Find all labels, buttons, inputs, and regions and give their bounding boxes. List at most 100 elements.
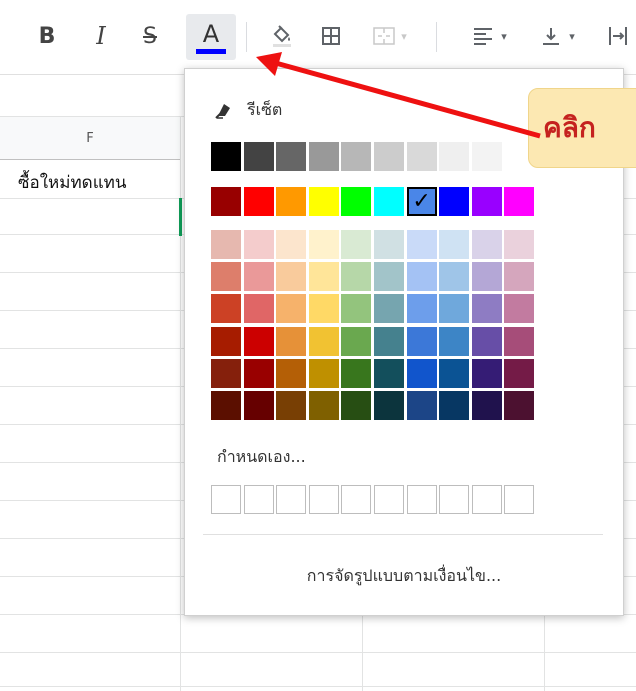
color-swatch[interactable] (504, 262, 535, 291)
color-swatch[interactable] (406, 391, 437, 420)
color-swatch[interactable] (439, 230, 470, 259)
color-swatch[interactable] (341, 294, 372, 323)
color-swatch[interactable] (406, 327, 437, 356)
custom-color-slot[interactable] (308, 485, 339, 514)
color-swatch[interactable] (374, 327, 404, 356)
color-swatch[interactable] (471, 142, 502, 171)
text-color-button[interactable]: A (186, 14, 236, 60)
color-swatch[interactable] (211, 187, 241, 216)
color-swatch[interactable] (341, 262, 372, 291)
color-swatch[interactable] (341, 230, 372, 259)
color-swatch[interactable] (211, 142, 241, 171)
color-swatch[interactable] (374, 359, 404, 388)
color-swatch[interactable] (504, 294, 535, 323)
color-swatch[interactable] (439, 327, 470, 356)
text-wrap-button[interactable] (600, 16, 636, 56)
color-swatch[interactable] (243, 327, 274, 356)
color-swatch[interactable] (504, 327, 535, 356)
color-swatch[interactable] (243, 262, 274, 291)
color-swatch[interactable] (374, 187, 404, 216)
color-swatch[interactable] (308, 262, 339, 291)
color-swatch[interactable]: ✓ (406, 187, 437, 216)
bold-button[interactable]: B (28, 16, 66, 56)
color-swatch[interactable] (439, 142, 470, 171)
color-swatch[interactable] (439, 294, 470, 323)
color-swatch[interactable] (243, 294, 274, 323)
color-swatch[interactable] (439, 187, 470, 216)
color-swatch[interactable] (243, 230, 274, 259)
custom-color-slot[interactable] (341, 485, 372, 514)
color-swatch[interactable] (504, 391, 535, 420)
color-swatch[interactable] (276, 187, 307, 216)
color-swatch[interactable] (308, 142, 339, 171)
color-swatch[interactable] (276, 359, 307, 388)
borders-button[interactable] (312, 16, 350, 56)
color-swatch[interactable] (276, 142, 307, 171)
color-swatch[interactable] (276, 230, 307, 259)
color-swatch[interactable] (504, 359, 535, 388)
color-swatch[interactable] (211, 359, 241, 388)
custom-color-slot[interactable] (439, 485, 470, 514)
column-header-f[interactable]: F (0, 117, 180, 160)
color-swatch[interactable] (406, 262, 437, 291)
color-swatch[interactable] (341, 327, 372, 356)
color-swatch[interactable] (243, 359, 274, 388)
strikethrough-button[interactable]: S (130, 16, 170, 56)
color-swatch[interactable] (243, 391, 274, 420)
color-swatch[interactable] (406, 359, 437, 388)
color-swatch[interactable] (308, 294, 339, 323)
color-swatch[interactable] (406, 142, 437, 171)
italic-button[interactable]: I (82, 16, 120, 56)
custom-color-slot[interactable] (374, 485, 404, 514)
color-swatch[interactable] (308, 391, 339, 420)
color-swatch[interactable] (276, 391, 307, 420)
reset-button[interactable]: รีเซ็ต (215, 97, 282, 123)
color-swatch[interactable] (211, 262, 241, 291)
custom-color-slot[interactable] (471, 485, 502, 514)
color-swatch[interactable] (374, 262, 404, 291)
color-swatch[interactable] (308, 327, 339, 356)
color-swatch[interactable] (406, 230, 437, 259)
color-swatch[interactable] (341, 391, 372, 420)
cell-f-text[interactable]: ซื้อใหม่ทดแทน (18, 169, 127, 196)
color-swatch[interactable] (276, 262, 307, 291)
custom-color-slot[interactable] (276, 485, 307, 514)
color-swatch[interactable] (439, 359, 470, 388)
color-swatch[interactable] (211, 230, 241, 259)
color-swatch[interactable] (308, 187, 339, 216)
color-swatch[interactable] (439, 262, 470, 291)
color-swatch[interactable] (243, 142, 274, 171)
color-swatch[interactable] (276, 327, 307, 356)
color-swatch[interactable] (471, 391, 502, 420)
merge-cells-button[interactable]: ▾ (362, 16, 418, 56)
color-swatch[interactable] (211, 327, 241, 356)
custom-color-slot[interactable] (243, 485, 274, 514)
color-swatch[interactable] (276, 294, 307, 323)
color-swatch[interactable] (471, 294, 502, 323)
color-swatch[interactable] (341, 142, 372, 171)
color-swatch[interactable] (243, 187, 274, 216)
color-swatch[interactable] (211, 294, 241, 323)
horizontal-align-button[interactable]: ▾ (460, 16, 520, 56)
color-swatch[interactable] (308, 359, 339, 388)
vertical-align-button[interactable]: ▾ (528, 16, 588, 56)
custom-color-slot[interactable] (211, 485, 241, 514)
custom-color-slot[interactable] (504, 485, 535, 514)
color-swatch[interactable] (341, 359, 372, 388)
color-swatch[interactable] (406, 294, 437, 323)
color-swatch[interactable] (374, 391, 404, 420)
fill-color-button[interactable] (262, 16, 302, 56)
color-swatch[interactable] (504, 187, 535, 216)
custom-color-slot[interactable] (406, 485, 437, 514)
color-swatch[interactable] (504, 230, 535, 259)
color-swatch[interactable] (471, 230, 502, 259)
color-swatch[interactable] (439, 391, 470, 420)
conditional-formatting-link[interactable]: การจัดรูปแบบตามเงื่อนไข... (185, 564, 623, 589)
color-swatch[interactable] (211, 391, 241, 420)
color-swatch[interactable] (471, 327, 502, 356)
color-swatch[interactable] (308, 230, 339, 259)
color-swatch[interactable] (374, 230, 404, 259)
color-swatch[interactable] (374, 294, 404, 323)
custom-color-label[interactable]: กำหนดเอง... (217, 445, 306, 470)
color-swatch[interactable] (471, 262, 502, 291)
